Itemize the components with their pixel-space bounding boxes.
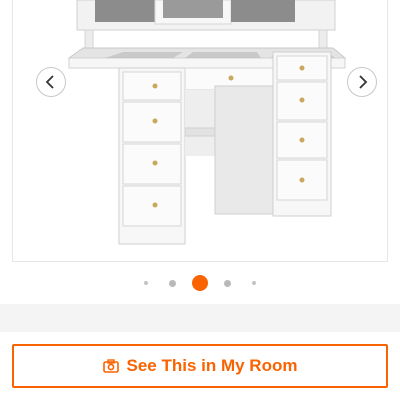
image-pagination bbox=[0, 274, 400, 292]
pagination-dot[interactable] bbox=[252, 281, 256, 285]
pagination-dot[interactable] bbox=[144, 281, 148, 285]
see-in-my-room-button[interactable]: See This in My Room bbox=[12, 344, 388, 388]
pagination-dot-active[interactable] bbox=[192, 275, 208, 291]
camera-icon bbox=[102, 359, 119, 373]
next-image-button[interactable] bbox=[347, 67, 377, 97]
product-image-gallery[interactable] bbox=[12, 0, 388, 262]
product-image[interactable] bbox=[13, 0, 388, 262]
pagination-dot[interactable] bbox=[224, 279, 231, 287]
see-in-my-room-label: See This in My Room bbox=[126, 356, 298, 375]
previous-image-button[interactable] bbox=[36, 67, 66, 97]
pagination-dot[interactable] bbox=[169, 279, 176, 287]
chevron-left-icon bbox=[45, 75, 54, 89]
section-divider bbox=[0, 304, 400, 332]
chevron-right-icon bbox=[359, 75, 368, 89]
